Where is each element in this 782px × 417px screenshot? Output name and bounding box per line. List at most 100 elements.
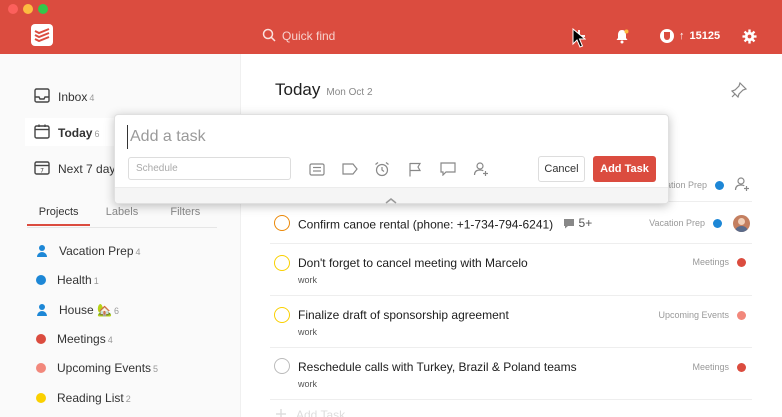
add-task-inline[interactable]: Add Task (276, 408, 345, 417)
window-close-button[interactable] (8, 4, 18, 14)
task-label[interactable]: work (298, 275, 317, 285)
mouse-cursor-icon (572, 27, 587, 53)
task-checkbox[interactable] (274, 358, 290, 374)
project-color-dot (36, 363, 46, 373)
task-project-name: Meetings (692, 362, 729, 372)
project-meetings[interactable]: Meetings 4 (36, 332, 113, 346)
tab-filters[interactable]: Filters (154, 206, 217, 226)
quick-find[interactable]: Quick find (262, 26, 335, 46)
project-name: Reading List (57, 391, 124, 405)
gear-icon[interactable] (739, 26, 759, 46)
shared-project-icon (36, 245, 48, 257)
assign-user-icon[interactable] (734, 176, 750, 197)
task-checkbox[interactable] (274, 307, 290, 323)
sidebar-item-inbox[interactable]: Inbox 4 (34, 88, 94, 106)
comment-icon[interactable] (438, 159, 458, 179)
project-house[interactable]: House 🏡 6 (36, 303, 119, 317)
task-project-name: Meetings (692, 257, 729, 267)
project-count: 2 (125, 394, 131, 404)
bell-icon[interactable] (612, 26, 632, 46)
schedule-input[interactable] (128, 157, 291, 180)
sidebar-item-label: Next 7 days (58, 162, 122, 176)
project-color-dot (737, 310, 746, 320)
window-minimize-button[interactable] (23, 4, 33, 14)
todoist-logo-icon[interactable] (31, 24, 53, 46)
task-content-input[interactable] (127, 125, 647, 149)
page-title-text: Today (275, 80, 321, 99)
project-vacation-prep[interactable]: Vacation Prep 4 (36, 244, 141, 258)
project-color-dot (36, 275, 46, 285)
task-project-name: Vacation Prep (649, 218, 705, 228)
task-row[interactable]: Don't forget to cancel meeting with Marc… (270, 244, 752, 296)
label-icon[interactable] (340, 159, 360, 179)
add-task-inline-label: Add Task (296, 408, 346, 417)
project-count: 1 (93, 276, 99, 286)
priority-flag-icon[interactable] (405, 159, 425, 179)
karma-arrow: ↑ (679, 30, 685, 42)
task-project-name: Upcoming Events (658, 310, 729, 320)
window-zoom-button[interactable] (38, 4, 48, 14)
project-reading-list[interactable]: Reading List 2 (36, 391, 131, 405)
task-comments[interactable]: 5+ (563, 216, 593, 230)
sidebar-item-label: Inbox (58, 90, 88, 104)
assign-user-icon[interactable] (471, 159, 491, 179)
karma-icon (660, 29, 674, 43)
project-count: 4 (135, 247, 141, 257)
tabs-divider (27, 227, 217, 228)
cancel-button[interactable]: Cancel (538, 156, 585, 182)
add-task-button[interactable]: Add Task (593, 156, 656, 182)
project-health[interactable]: Health 1 (36, 273, 99, 287)
task-checkbox[interactable] (274, 215, 290, 231)
task-title-text: Confirm canoe rental (phone: +1-734-794-… (298, 217, 554, 232)
sidebar-item-today[interactable]: Today 6 (34, 124, 99, 142)
project-list-icon[interactable] (307, 159, 327, 179)
project-color-dot (737, 257, 746, 267)
sidebar-item-count: 4 (89, 93, 95, 103)
task-title-text: Reschedule calls with Turkey, Brazil & P… (298, 360, 577, 374)
task-row[interactable]: Confirm canoe rental (phone: +1-734-794-… (270, 204, 752, 244)
project-color-dot (36, 334, 46, 344)
sidebar-item-count: 6 (94, 129, 100, 139)
task-row[interactable]: Finalize draft of sponsorship agreement … (270, 296, 752, 348)
calendar-7-icon: 7 (34, 160, 50, 178)
task-checkbox[interactable] (274, 255, 290, 271)
pin-icon[interactable] (730, 81, 748, 103)
project-name: Health (57, 273, 92, 287)
dialog-expand-bar[interactable] (115, 187, 668, 204)
tab-projects[interactable]: Projects (27, 206, 91, 226)
task-label[interactable]: work (298, 327, 317, 337)
comment-icon (563, 218, 574, 228)
task-project: Vacation Prep (649, 218, 722, 228)
task-title-text: Finalize draft of sponsorship agreement (298, 308, 509, 322)
reminder-alarm-icon[interactable] (372, 159, 392, 179)
task-project: Meetings (692, 362, 746, 372)
task-project: Meetings (692, 257, 746, 267)
project-upcoming-events[interactable]: Upcoming Events 5 (36, 361, 158, 375)
project-name: Meetings (57, 332, 106, 346)
sidebar-item-label: Today (58, 126, 93, 140)
tab-labels[interactable]: Labels (90, 206, 153, 226)
page-title-date: Mon Oct 2 (326, 87, 373, 98)
project-name: Upcoming Events (57, 361, 152, 375)
quick-add-dialog: Cancel Add Task (114, 114, 669, 204)
search-icon (262, 28, 276, 45)
page-title: Today Mon Oct 2 (275, 80, 373, 100)
avatar[interactable] (733, 215, 750, 232)
project-name: House (59, 303, 94, 317)
task-title-text: Don't forget to cancel meeting with Marc… (298, 256, 528, 270)
project-name: Vacation Prep (59, 244, 134, 258)
svg-text:7: 7 (40, 168, 44, 175)
sidebar-item-next-7-days[interactable]: 7 Next 7 days (34, 160, 121, 178)
task-row[interactable]: Reschedule calls with Turkey, Brazil & P… (270, 348, 752, 400)
task-title: Confirm canoe rental (phone: +1-734-794-… (298, 216, 592, 232)
task-project: Upcoming Events (658, 310, 746, 320)
add-icon (276, 408, 286, 417)
window-titlebar (0, 0, 782, 18)
task-comment-count: 5+ (578, 216, 593, 230)
project-count: 6 (113, 306, 119, 316)
karma-display[interactable]: ↑ 15125 (660, 27, 720, 45)
task-label[interactable]: work (298, 379, 317, 389)
shared-project-icon (36, 304, 48, 316)
quick-find-placeholder: Quick find (282, 29, 336, 43)
sidebar-tabs: Projects Labels Filters (27, 206, 217, 226)
